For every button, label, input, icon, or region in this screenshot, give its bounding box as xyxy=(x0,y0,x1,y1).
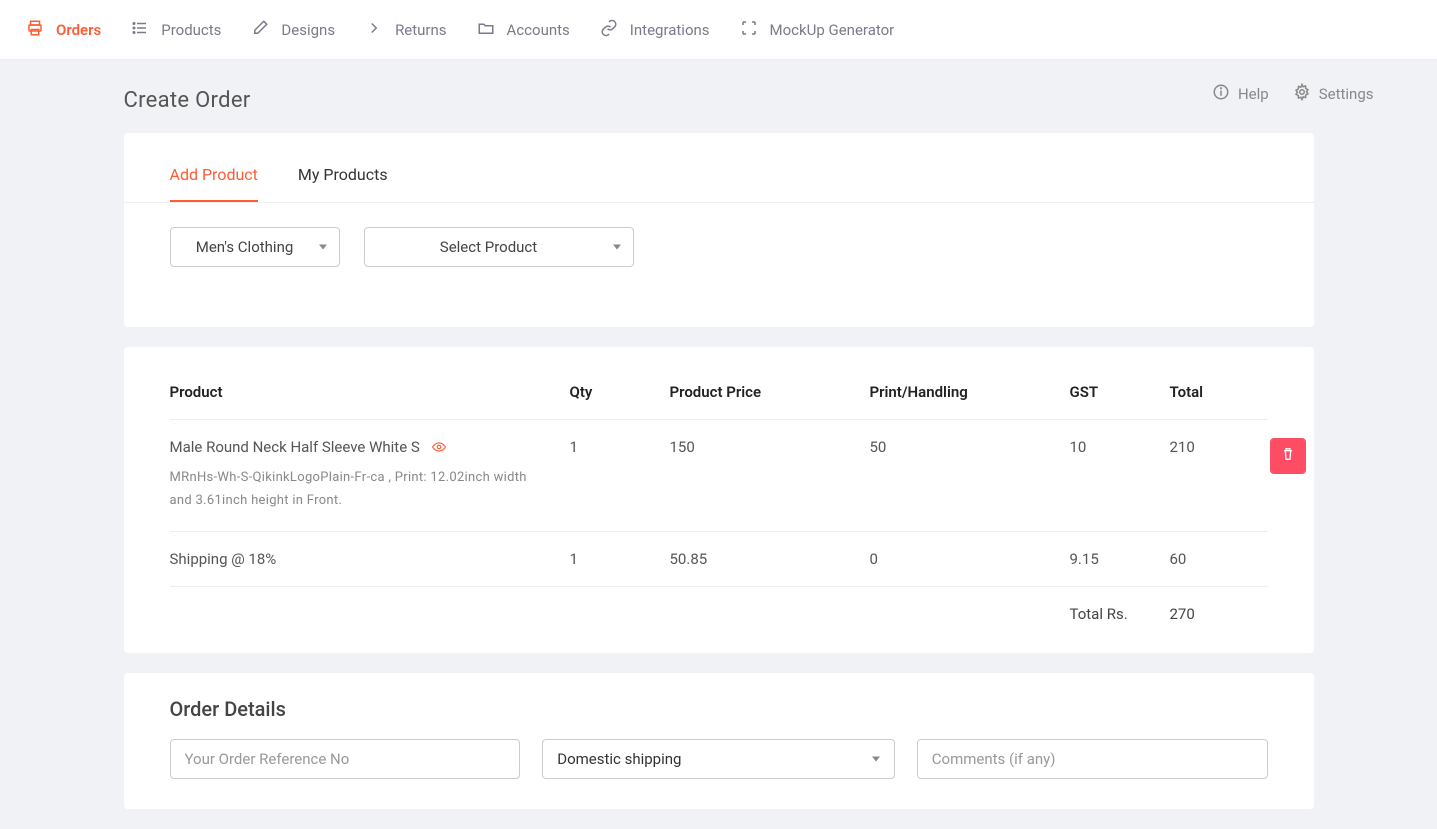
nav-label: Returns xyxy=(395,21,446,39)
trash-icon xyxy=(1280,446,1296,466)
nav-integrations[interactable]: Integrations xyxy=(600,19,710,41)
nav-label: Integrations xyxy=(630,21,710,39)
nav-products[interactable]: Products xyxy=(131,19,221,41)
product-tabs: Add Product My Products xyxy=(124,133,1314,203)
info-icon xyxy=(1212,83,1230,105)
delete-button[interactable] xyxy=(1270,438,1306,474)
product-name: Male Round Neck Half Sleeve White S xyxy=(170,438,420,456)
chevron-right-icon xyxy=(365,19,383,41)
nav-label: Designs xyxy=(281,21,335,39)
nav-label: Products xyxy=(161,21,221,39)
help-link[interactable]: Help xyxy=(1212,83,1269,105)
th-total: Total xyxy=(1170,383,1270,401)
nav-designs[interactable]: Designs xyxy=(251,19,335,41)
th-print: Print/Handling xyxy=(870,383,1070,401)
product-name: Shipping @ 18% xyxy=(170,550,277,568)
table-header: Product Qty Product Price Print/Handling… xyxy=(170,365,1268,420)
page-header: Create Order Help Settings xyxy=(124,60,1314,133)
nav-mockup[interactable]: MockUp Generator xyxy=(740,19,895,41)
tab-my-products[interactable]: My Products xyxy=(298,153,388,202)
top-nav: Orders Products Designs Returns Accounts… xyxy=(0,0,1437,60)
gear-icon xyxy=(1293,83,1311,105)
folder-icon xyxy=(477,19,495,41)
help-label: Help xyxy=(1238,85,1269,103)
table-row: Shipping @ 18% 1 50.85 0 9.15 60 xyxy=(170,532,1268,587)
product-select[interactable]: Select Product xyxy=(364,227,634,267)
total-label: Total Rs. xyxy=(1070,605,1170,623)
cell-total: 210 xyxy=(1170,438,1270,456)
product-detail: MRnHs-Wh-S-QikinkLogoPlain-Fr-ca , Print… xyxy=(170,466,540,513)
cell-print: 50 xyxy=(870,438,1070,456)
shipping-value: Domestic shipping xyxy=(557,750,681,768)
list-icon xyxy=(131,19,149,41)
th-price: Product Price xyxy=(670,383,870,401)
cell-price: 150 xyxy=(670,438,870,456)
cell-gst: 10 xyxy=(1070,438,1170,456)
link-icon xyxy=(600,19,618,41)
nav-label: Orders xyxy=(56,21,101,39)
add-product-panel: Add Product My Products Men's Clothing S… xyxy=(124,133,1314,327)
cell-print: 0 xyxy=(870,550,1070,568)
expand-icon xyxy=(740,19,758,41)
total-row: Total Rs. 270 xyxy=(170,587,1268,623)
order-details-title: Order Details xyxy=(170,697,1268,721)
cell-gst: 9.15 xyxy=(1070,550,1170,568)
nav-returns[interactable]: Returns xyxy=(365,19,446,41)
caret-down-icon xyxy=(872,756,880,761)
shipping-select[interactable]: Domestic shipping xyxy=(542,739,895,779)
cell-qty: 1 xyxy=(570,550,670,568)
table-row: Male Round Neck Half Sleeve White S MRnH… xyxy=(170,420,1268,532)
nav-label: Accounts xyxy=(507,21,570,39)
cell-total: 60 xyxy=(1170,550,1270,568)
comments-input[interactable] xyxy=(917,739,1268,779)
th-gst: GST xyxy=(1070,383,1170,401)
caret-down-icon xyxy=(319,245,327,250)
total-value: 270 xyxy=(1170,605,1270,623)
caret-down-icon xyxy=(613,245,621,250)
order-details-panel: Order Details Domestic shipping xyxy=(124,673,1314,809)
product-value: Select Product xyxy=(440,238,537,256)
eye-icon[interactable] xyxy=(430,440,448,454)
th-product: Product xyxy=(170,383,570,401)
nav-orders[interactable]: Orders xyxy=(26,19,101,41)
settings-label: Settings xyxy=(1319,85,1374,103)
cell-qty: 1 xyxy=(570,438,670,456)
category-value: Men's Clothing xyxy=(196,238,294,256)
cell-price: 50.85 xyxy=(670,550,870,568)
settings-link[interactable]: Settings xyxy=(1293,83,1374,105)
order-items-panel: Product Qty Product Price Print/Handling… xyxy=(124,347,1314,653)
tab-add-product[interactable]: Add Product xyxy=(170,153,258,202)
printer-icon xyxy=(26,19,44,41)
nav-accounts[interactable]: Accounts xyxy=(477,19,570,41)
nav-label: MockUp Generator xyxy=(770,21,895,39)
pencil-icon xyxy=(251,19,269,41)
page-title: Create Order xyxy=(124,88,251,113)
order-reference-input[interactable] xyxy=(170,739,521,779)
category-select[interactable]: Men's Clothing xyxy=(170,227,340,267)
th-qty: Qty xyxy=(570,383,670,401)
